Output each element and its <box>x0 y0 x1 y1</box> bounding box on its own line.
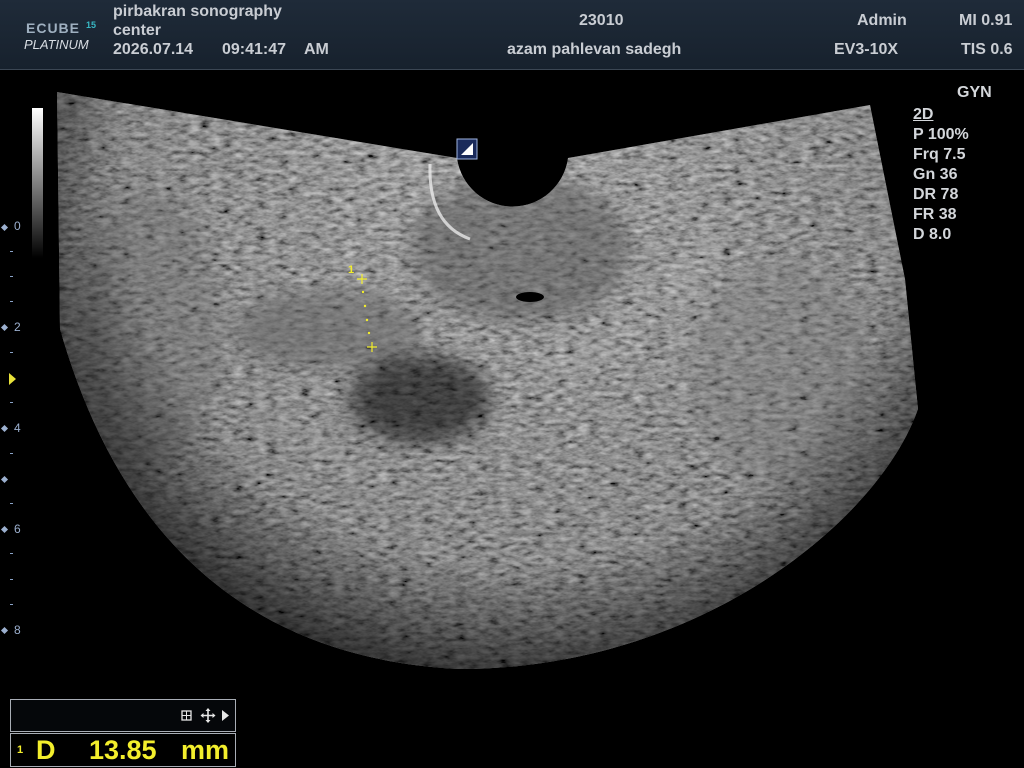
play-arrow-icon[interactable] <box>222 710 229 721</box>
probe-name: EV3-10X <box>834 41 899 58</box>
depth-label-2: 2 <box>14 320 21 334</box>
tis-value: TIS 0.6 <box>961 41 1013 58</box>
caliper-label: 1 <box>348 264 354 276</box>
exam-date: 2026.07.14 <box>113 41 194 58</box>
header-bar: ECUBE 15 PLATINUM pirbakran sonography c… <box>0 0 1024 70</box>
logo-ecube: ECUBE <box>26 20 81 36</box>
measurement-index: 1 <box>17 744 24 756</box>
facility-name: pirbakran sonography <box>113 3 282 20</box>
measurement-type: D <box>36 735 56 765</box>
logo-version: 15 <box>86 20 97 30</box>
logo-platinum: PLATINUM <box>24 37 89 52</box>
patient-name: azam pahlevan sadegh <box>507 41 682 58</box>
operator-name: Admin <box>857 12 907 29</box>
depth-label-4: 4 <box>14 421 21 435</box>
depth-label-0: 0 <box>14 219 21 233</box>
power-param: P 100% <box>913 126 969 143</box>
grayscale-bar <box>32 108 43 258</box>
preset-label: GYN <box>957 84 992 101</box>
move-icon[interactable] <box>200 708 216 723</box>
frequency-param: Frq 7.5 <box>913 146 966 163</box>
depth-label-6: 6 <box>14 522 21 536</box>
measurement-result[interactable]: 1 D 13.85 mm <box>10 733 236 767</box>
patient-id: 23010 <box>579 12 624 29</box>
focus-marker-icon[interactable] <box>9 373 16 385</box>
mode-label: 2D <box>913 106 934 123</box>
facility-name-line2: center <box>113 22 162 39</box>
orientation-marker-icon[interactable] <box>456 138 478 160</box>
depth-label-8: 8 <box>14 623 21 637</box>
frame-rate-param: FR 38 <box>913 206 957 223</box>
ultrasound-image[interactable]: 1 <box>0 69 1024 768</box>
dynamic-range-param: DR 78 <box>913 186 959 203</box>
grid-icon[interactable] <box>181 710 192 721</box>
mi-value: MI 0.91 <box>959 12 1013 29</box>
measurement-value: 13.85 <box>89 735 157 765</box>
measurement-unit: mm <box>181 735 230 765</box>
depth-param: D 8.0 <box>913 226 952 243</box>
measurement-toolbar <box>10 699 236 732</box>
gain-param: Gn 36 <box>913 166 958 183</box>
exam-ampm: AM <box>304 41 329 58</box>
exam-time: 09:41:47 <box>222 41 287 58</box>
